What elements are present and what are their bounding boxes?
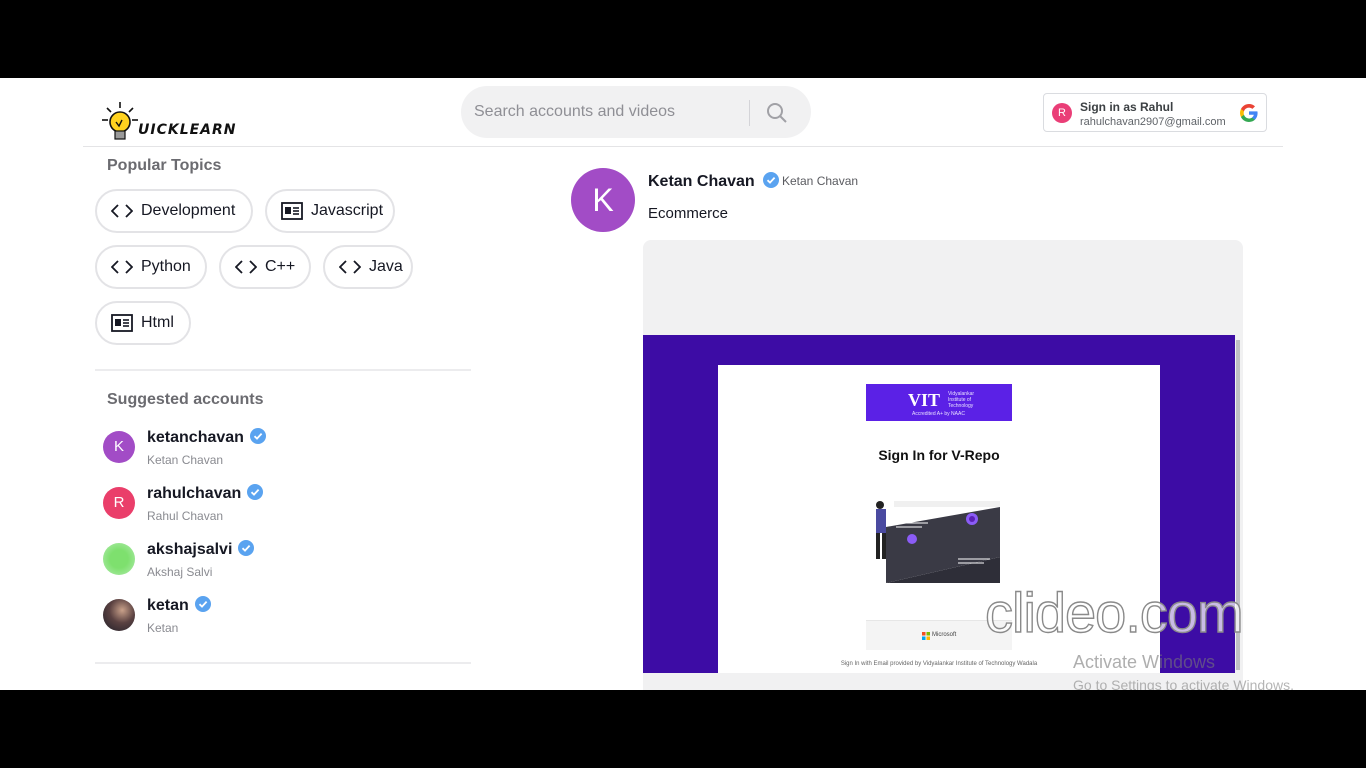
- header-divider: [83, 146, 1283, 147]
- topic-label: Java: [369, 258, 403, 275]
- code-icon: [111, 256, 133, 278]
- verified-icon: [238, 540, 255, 556]
- sidebar-divider: [95, 662, 471, 664]
- search-bar: [461, 86, 811, 138]
- code-icon: [339, 256, 361, 278]
- account-username: rahulchavan: [147, 484, 264, 503]
- verified-icon: [249, 428, 266, 444]
- account-username: akshajsalvi: [147, 540, 255, 559]
- app-window: UICKLEARN R Sign in as Rahul rahulchavan…: [0, 78, 1366, 690]
- topic-development[interactable]: Development: [95, 189, 253, 233]
- logo[interactable]: UICKLEARN: [100, 100, 236, 146]
- account-name: Akshaj Salvi: [147, 565, 213, 579]
- watermark: clideo.com: [984, 580, 1244, 644]
- topic-python[interactable]: Python: [95, 245, 207, 289]
- topic-cpp[interactable]: C++: [219, 245, 311, 289]
- popular-topics-title: Popular Topics: [107, 157, 222, 174]
- logo-text: UICKLEARN: [138, 122, 237, 138]
- microsoft-icon: [922, 632, 930, 640]
- lightbulb-icon: [102, 102, 138, 140]
- avatar: [103, 543, 135, 575]
- code-icon: [235, 256, 257, 278]
- account-name: Ketan: [147, 621, 179, 635]
- account-item-rahulchavan[interactable]: R rahulchavan Rahul Chavan: [103, 484, 463, 531]
- post-username[interactable]: Ketan Chavan: [648, 172, 779, 191]
- topic-label: Python: [141, 258, 191, 275]
- microsoft-label: Microsoft: [932, 632, 957, 638]
- topic-label: Javascript: [311, 202, 384, 219]
- topic-html[interactable]: Html: [95, 301, 191, 345]
- verified-icon: [247, 484, 264, 500]
- code-icon: [111, 200, 133, 222]
- post-avatar[interactable]: K: [571, 168, 635, 232]
- verified-icon: [762, 172, 779, 188]
- account-username: ketanchavan: [147, 428, 266, 447]
- google-signin-email: rahulchavan2907@gmail.com: [1080, 116, 1226, 128]
- topic-label: C++: [265, 258, 296, 275]
- verified-icon: [194, 596, 211, 612]
- search-icon: [767, 103, 787, 123]
- vit-subtitle: Vidyalankar Institute of Technology: [948, 391, 975, 409]
- account-item-ketanchavan[interactable]: K ketanchavan Ketan Chavan: [103, 428, 463, 475]
- google-icon: [1240, 104, 1258, 122]
- avatar: R: [103, 487, 135, 519]
- search-button[interactable]: [764, 100, 790, 126]
- account-name: Rahul Chavan: [147, 509, 224, 523]
- google-signin-card[interactable]: R Sign in as Rahul rahulchavan2907@gmail…: [1043, 93, 1267, 132]
- topic-javascript[interactable]: Javascript: [265, 189, 395, 233]
- topic-label: Html: [141, 314, 174, 331]
- topic-java[interactable]: Java: [323, 245, 413, 289]
- post-caption: Ecommerce: [648, 205, 729, 222]
- account-username: ketan: [147, 596, 211, 615]
- suggested-accounts-title: Suggested accounts: [107, 391, 264, 408]
- account-name: Ketan Chavan: [147, 453, 224, 467]
- vit-banner: VIT Vidyalankar Institute of Technology …: [866, 384, 1012, 421]
- news-icon: [281, 200, 303, 222]
- search-divider: [749, 100, 750, 126]
- news-icon: [111, 312, 133, 334]
- avatar: K: [103, 431, 135, 463]
- vit-accreditation: Accredited A+ by NAAC: [912, 411, 965, 417]
- google-avatar: R: [1052, 103, 1072, 123]
- vit-logo-text: VIT: [908, 390, 941, 410]
- activate-windows-subtitle: Go to Settings to activate Windows.: [1073, 677, 1294, 690]
- google-signin-title: Sign in as Rahul: [1080, 100, 1174, 114]
- sidebar-divider: [95, 369, 471, 371]
- avatar: [103, 599, 135, 631]
- video-heading: Sign In for V-Repo: [878, 447, 1000, 463]
- account-item-akshajsalvi[interactable]: akshajsalvi Akshaj Salvi: [103, 540, 463, 587]
- illustration-image: [876, 501, 1000, 583]
- search-input[interactable]: [474, 100, 744, 124]
- post-nickname: Ketan Chavan: [782, 174, 859, 188]
- activate-windows-title: Activate Windows: [1073, 652, 1216, 672]
- topic-label: Development: [141, 202, 236, 219]
- account-item-ketan[interactable]: ketan Ketan: [103, 596, 463, 643]
